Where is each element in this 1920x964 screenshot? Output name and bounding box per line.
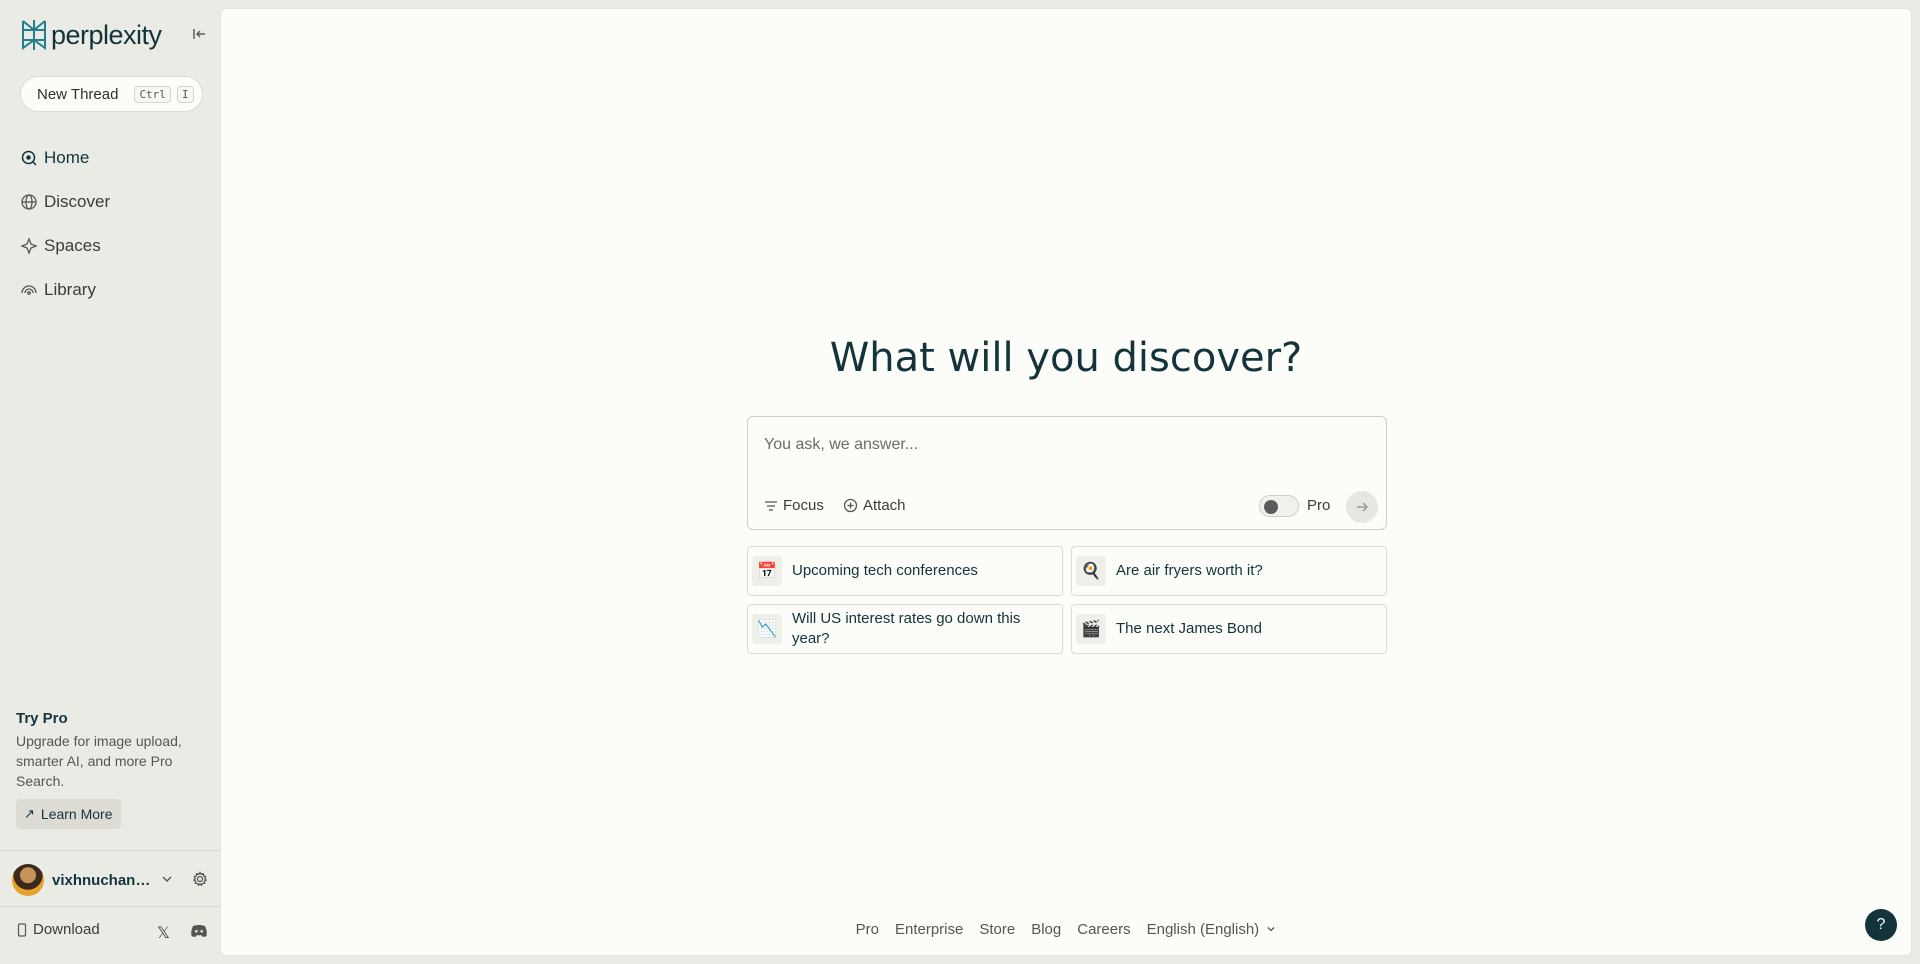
- discord-icon[interactable]: [190, 924, 208, 938]
- footer-link-careers[interactable]: Careers: [1077, 921, 1130, 938]
- download-label: Download: [33, 921, 100, 938]
- suggestion-label: Will US interest rates go down this year…: [792, 610, 1021, 647]
- focus-button[interactable]: Focus: [764, 497, 824, 514]
- suggestion-label: The next James Bond: [1116, 620, 1262, 637]
- help-button[interactable]: ?: [1865, 909, 1897, 941]
- download-button[interactable]: Download: [16, 921, 100, 938]
- chevron-down-icon: [1267, 927, 1275, 932]
- filter-icon: [765, 500, 777, 511]
- arrow-up-right-icon: ↗: [24, 806, 35, 821]
- sidebar: perplexity New Thread Ctrl I Home Discov…: [0, 0, 220, 964]
- submit-button[interactable]: [1346, 491, 1378, 523]
- suggestion-card[interactable]: 🎬 The next James Bond: [1071, 604, 1387, 654]
- footer-link-enterprise[interactable]: Enterprise: [895, 921, 963, 938]
- gear-icon[interactable]: [192, 871, 208, 887]
- divider: [0, 850, 220, 851]
- logo-text: perplexity: [51, 19, 162, 50]
- username: vixhnuchan5...: [52, 871, 152, 889]
- arrow-right-icon: [1357, 502, 1369, 512]
- chevron-down-icon[interactable]: [160, 872, 174, 886]
- sidebar-item-spaces[interactable]: Spaces: [20, 224, 110, 268]
- language-selector[interactable]: English (English): [1147, 921, 1277, 938]
- page-title: What will you discover?: [829, 335, 1303, 381]
- phone-icon: [17, 922, 27, 937]
- sidebar-item-library[interactable]: Library: [20, 268, 110, 312]
- suggestion-card[interactable]: 🍳 Are air fryers worth it?: [1071, 546, 1387, 596]
- sidebar-item-label: Library: [44, 280, 96, 299]
- attach-label: Attach: [863, 497, 906, 514]
- language-label: English (English): [1146, 921, 1260, 938]
- user-menu[interactable]: vixhnuchan5...: [12, 864, 212, 896]
- main-panel: What will you discover? Focus Attach Pro…: [220, 8, 1912, 956]
- search-input[interactable]: [764, 431, 1364, 459]
- sidebar-item-label: Home: [44, 148, 90, 167]
- learn-more-label: Learn More: [40, 806, 113, 822]
- footer-link-pro[interactable]: Pro: [856, 921, 879, 938]
- collapse-icon: [193, 29, 205, 39]
- toggle-knob: [1264, 500, 1278, 514]
- footer-link-store[interactable]: Store: [979, 921, 1015, 938]
- plus-circle-icon: [843, 498, 858, 513]
- new-thread-label: New Thread: [37, 85, 119, 103]
- sidebar-item-label: Discover: [44, 192, 111, 211]
- globe-icon: [21, 194, 37, 210]
- suggestion-label: Upcoming tech conferences: [792, 562, 978, 579]
- sidebar-item-home[interactable]: Home: [20, 136, 110, 180]
- try-pro-description: Upgrade for image upload, smarter AI, an…: [16, 733, 182, 789]
- suggestion-card[interactable]: 📉 Will US interest rates go down this ye…: [747, 604, 1063, 654]
- clapper-board-icon: 🎬: [1076, 614, 1106, 644]
- chart-down-icon: 📉: [752, 614, 782, 644]
- try-pro-promo: Try Pro Upgrade for image upload, smarte…: [16, 710, 206, 829]
- learn-more-button[interactable]: ↗ Learn More: [16, 799, 121, 829]
- divider: [0, 906, 220, 907]
- pro-toggle[interactable]: [1259, 495, 1299, 517]
- perplexity-logo-icon: [22, 20, 46, 50]
- suggestion-label: Are air fryers worth it?: [1116, 562, 1263, 579]
- calendar-icon: 📅: [752, 556, 782, 586]
- ask-box: Focus Attach Pro: [747, 416, 1387, 530]
- focus-label: Focus: [783, 497, 824, 514]
- collapse-sidebar-button[interactable]: [189, 24, 209, 44]
- frying-pan-icon: 🍳: [1076, 556, 1106, 586]
- spaces-icon: [20, 237, 38, 255]
- footer-link-blog[interactable]: Blog: [1031, 921, 1061, 938]
- x-twitter-icon[interactable]: 𝕏: [157, 923, 170, 943]
- sidebar-nav: Home Discover Spaces Library: [20, 136, 110, 312]
- footer-links: Pro Enterprise Store Blog Careers Englis…: [221, 921, 1911, 938]
- home-search-icon: [21, 150, 37, 166]
- shortcut-ctrl: Ctrl: [134, 85, 171, 103]
- sidebar-item-discover[interactable]: Discover: [20, 180, 110, 224]
- library-icon: [21, 285, 37, 295]
- try-pro-title: Try Pro: [16, 710, 68, 727]
- shortcut-i: I: [176, 85, 194, 103]
- sidebar-item-label: Spaces: [44, 236, 101, 255]
- avatar: [12, 864, 44, 896]
- logo[interactable]: perplexity: [20, 18, 162, 52]
- new-thread-button[interactable]: New Thread Ctrl I: [20, 76, 203, 112]
- attach-button[interactable]: Attach: [843, 497, 906, 514]
- suggestion-card[interactable]: 📅 Upcoming tech conferences: [747, 546, 1063, 596]
- pro-label: Pro: [1307, 497, 1331, 514]
